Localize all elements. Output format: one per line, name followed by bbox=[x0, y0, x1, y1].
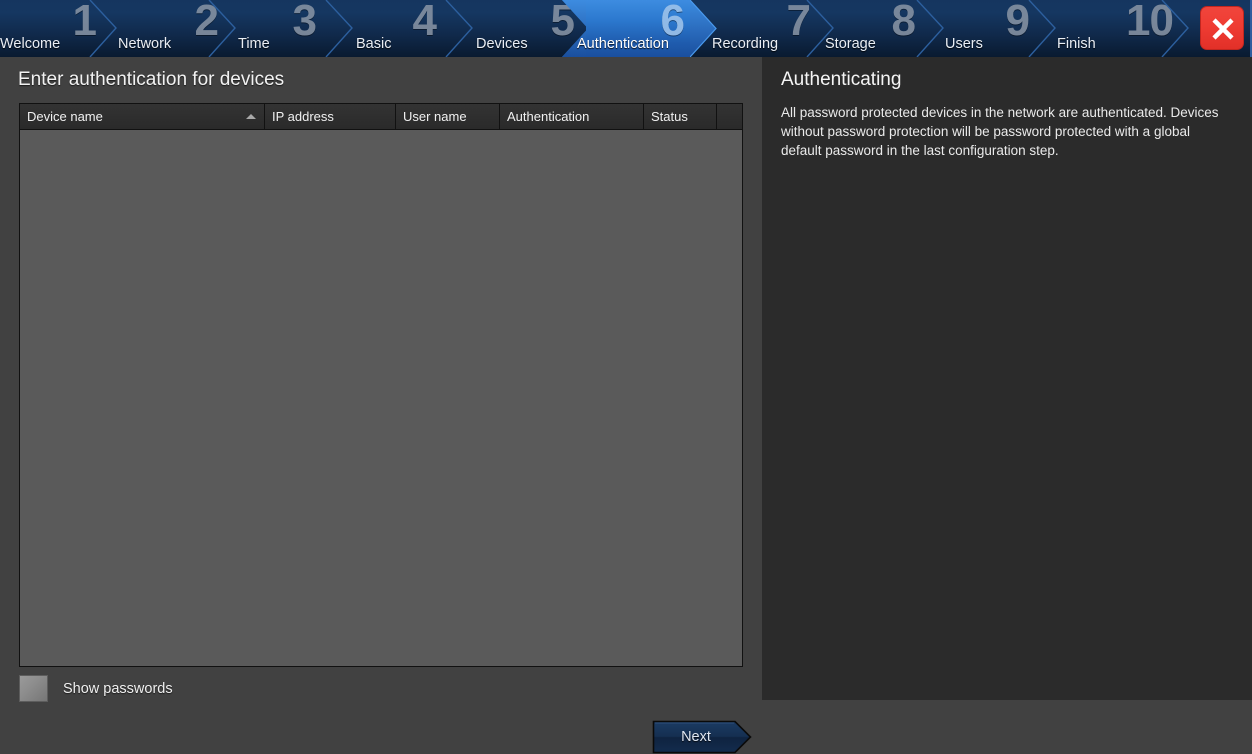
step-number: 10 bbox=[1126, 0, 1174, 45]
help-body: All password protected devices in the ne… bbox=[781, 103, 1233, 160]
wizard-step-time[interactable]: 3 Time bbox=[238, 0, 322, 57]
step-number: 9 bbox=[1005, 0, 1031, 45]
column-header-device-name[interactable]: Device name bbox=[20, 104, 265, 129]
show-passwords-label: Show passwords bbox=[63, 680, 173, 697]
device-authentication-table: Device name IP address User name Authent… bbox=[19, 103, 743, 667]
step-label: Network bbox=[118, 36, 172, 52]
wizard-step-authentication[interactable]: 6 Authentication bbox=[577, 0, 690, 57]
wizard-step-users[interactable]: 9 Users bbox=[945, 0, 1035, 57]
step-label: Time bbox=[238, 36, 270, 52]
column-header-label: IP address bbox=[272, 109, 334, 124]
main-content-panel: Enter authentication for devices Device … bbox=[0, 57, 762, 754]
step-label: Recording bbox=[712, 36, 779, 52]
page-title: Enter authentication for devices bbox=[18, 69, 285, 90]
wizard-step-finish[interactable]: 10 Finish bbox=[1057, 0, 1174, 57]
column-header-spacer bbox=[717, 104, 742, 129]
step-number: 7 bbox=[786, 0, 812, 45]
step-label: Welcome bbox=[0, 36, 61, 52]
step-number: 2 bbox=[194, 0, 220, 45]
help-paragraph: All password protected devices in the ne… bbox=[781, 105, 1219, 158]
column-header-label: User name bbox=[403, 109, 467, 124]
table-body-empty[interactable] bbox=[20, 130, 742, 666]
next-button-label: Next bbox=[681, 729, 711, 745]
column-header-status[interactable]: Status bbox=[644, 104, 717, 129]
wizard-step-welcome[interactable]: 1 Welcome bbox=[0, 0, 102, 57]
show-passwords-row[interactable]: Show passwords bbox=[19, 675, 173, 702]
step-number: 3 bbox=[292, 0, 318, 45]
wizard-step-network[interactable]: 2 Network bbox=[118, 0, 224, 57]
sort-ascending-icon bbox=[246, 114, 256, 119]
step-number: 8 bbox=[891, 0, 917, 45]
column-header-label: Status bbox=[651, 109, 688, 124]
column-header-label: Device name bbox=[27, 109, 103, 124]
help-panel: Authenticating All password protected de… bbox=[762, 57, 1252, 700]
show-passwords-checkbox[interactable] bbox=[19, 675, 48, 702]
step-label: Storage bbox=[825, 36, 876, 52]
step-separator bbox=[322, 0, 356, 57]
wizard-step-basic[interactable]: 4 Basic bbox=[356, 0, 442, 57]
help-title: Authenticating bbox=[781, 69, 902, 90]
step-number: 4 bbox=[412, 0, 438, 45]
step-label: Basic bbox=[356, 36, 392, 52]
step-label: Authentication bbox=[577, 36, 669, 52]
step-label: Devices bbox=[476, 36, 528, 52]
column-header-ip-address[interactable]: IP address bbox=[265, 104, 396, 129]
close-button[interactable] bbox=[1200, 6, 1244, 50]
table-header-row: Device name IP address User name Authent… bbox=[20, 104, 742, 130]
column-header-label: Authentication bbox=[507, 109, 590, 124]
step-number: 1 bbox=[72, 0, 98, 45]
close-icon bbox=[1212, 18, 1234, 40]
step-label: Users bbox=[945, 36, 983, 52]
step-label: Finish bbox=[1057, 36, 1096, 52]
column-header-user-name[interactable]: User name bbox=[396, 104, 500, 129]
wizard-step-recording[interactable]: 7 Recording bbox=[712, 0, 816, 57]
column-header-authentication[interactable]: Authentication bbox=[500, 104, 644, 129]
next-button[interactable]: Next bbox=[652, 720, 752, 754]
wizard-step-storage[interactable]: 8 Storage bbox=[825, 0, 921, 57]
wizard-step-header: 1 Welcome 2 Network 3 Time 4 Basic 5 Dev… bbox=[0, 0, 1252, 57]
step-separator bbox=[442, 0, 476, 57]
